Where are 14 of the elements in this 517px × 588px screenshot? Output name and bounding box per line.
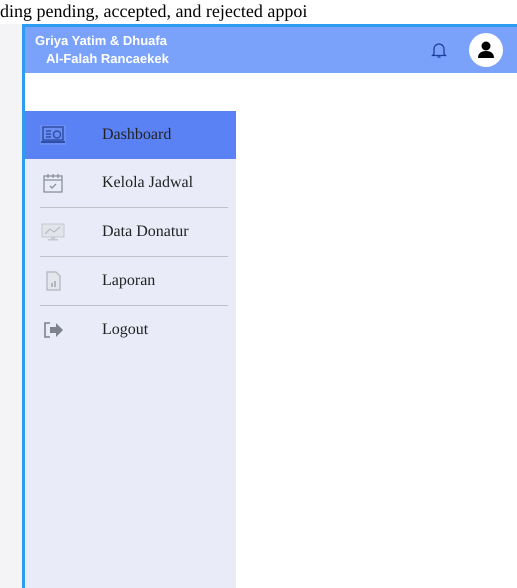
logout-icon	[42, 320, 64, 340]
sidebar-item[interactable]: Data Donatur	[25, 208, 236, 256]
sidebar-item[interactable]: Dashboard	[25, 111, 236, 159]
sidebar-item[interactable]: Laporan	[25, 257, 236, 305]
notification-bell-icon[interactable]	[431, 41, 447, 59]
organization-location: Al-Falah Rancaekek	[45, 50, 169, 68]
user-avatar-icon[interactable]	[469, 33, 503, 67]
sidebar-item[interactable]: Kelola Jadwal	[25, 159, 236, 207]
calendar-check-icon	[42, 172, 64, 194]
caption-text: ding pending, accepted, and rejected appoi	[0, 0, 308, 23]
sidebar-item[interactable]: Logout	[25, 306, 236, 354]
organization-name: Griya Yatim & Dhuafa	[35, 32, 168, 50]
monitor-chart-icon	[40, 222, 66, 242]
laptop-chart-icon	[40, 125, 66, 145]
